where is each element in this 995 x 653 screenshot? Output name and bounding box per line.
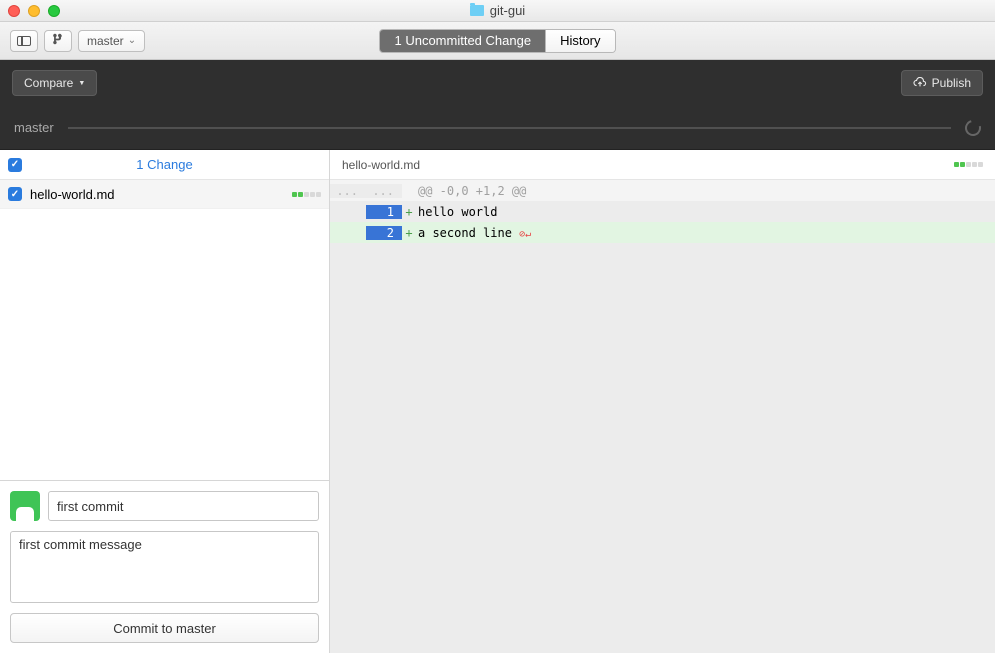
view-segment: 1 Uncommitted Change History [379, 29, 615, 53]
file-name: hello-world.md [30, 187, 115, 202]
commit-button[interactable]: Commit to master [10, 613, 319, 643]
diff-code: a second line ⊘↵ [416, 226, 995, 240]
create-branch-button[interactable] [44, 30, 72, 52]
compare-button[interactable]: Compare [12, 70, 97, 96]
toolbar: master 1 Uncommitted Change History [0, 22, 995, 60]
titlebar: git-gui [0, 0, 995, 22]
commit-form: Commit to master [0, 480, 329, 653]
window-close-button[interactable] [8, 5, 20, 17]
file-list: ✓ hello-world.md [0, 180, 329, 480]
diff-code: hello world [416, 205, 995, 219]
sync-icon[interactable] [962, 117, 984, 139]
old-line-num: ... [330, 184, 366, 198]
branch-track-label: master [14, 120, 54, 135]
sidebar-icon [17, 36, 31, 46]
diff-view: hello-world.md ... ... @@ -0,0 +1,2 @@ 1… [330, 150, 995, 653]
file-checkbox[interactable]: ✓ [8, 187, 22, 201]
diff-stat-icon [292, 192, 321, 197]
author-avatar[interactable] [10, 491, 40, 521]
window-title: git-gui [490, 3, 525, 18]
branch-select[interactable]: master [78, 30, 145, 52]
diff-header: hello-world.md [330, 150, 995, 180]
new-line-num: ... [366, 184, 402, 198]
file-row[interactable]: ✓ hello-world.md [0, 180, 329, 209]
window-zoom-button[interactable] [48, 5, 60, 17]
publish-label: Publish [932, 76, 971, 90]
comparison-panel: Compare Publish master [0, 60, 995, 150]
diff-filename: hello-world.md [342, 158, 420, 172]
compare-label: Compare [24, 76, 73, 90]
no-newline-icon: ⊘↵ [519, 229, 531, 240]
changes-count-label: 1 Change [136, 157, 192, 172]
window-minimize-button[interactable] [28, 5, 40, 17]
new-line-num: 1 [366, 205, 402, 219]
tab-changes[interactable]: 1 Uncommitted Change [380, 30, 545, 52]
changes-sidebar: ✓ 1 Change ✓ hello-world.md Commit to ma… [0, 150, 330, 653]
select-all-checkbox[interactable]: ✓ [8, 158, 22, 172]
diff-hunk-header: ... ... @@ -0,0 +1,2 @@ [330, 180, 995, 201]
changes-header: ✓ 1 Change [0, 150, 329, 180]
new-line-num: 2 [366, 226, 402, 240]
commit-description-input[interactable] [10, 531, 319, 603]
branch-icon [52, 32, 64, 49]
publish-button[interactable]: Publish [901, 70, 983, 96]
commit-summary-input[interactable] [48, 491, 319, 521]
commit-timeline [68, 127, 951, 129]
folder-icon [470, 5, 484, 16]
diff-line-added[interactable]: 2 + a second line ⊘↵ [330, 222, 995, 243]
tab-history[interactable]: History [545, 30, 614, 52]
toggle-sidebar-button[interactable] [10, 30, 38, 52]
diff-line-added[interactable]: 1 + hello world [330, 201, 995, 222]
hunk-text: @@ -0,0 +1,2 @@ [416, 184, 995, 198]
diff-stat-icon [954, 162, 983, 167]
cloud-upload-icon [913, 77, 927, 89]
branch-select-label: master [87, 34, 124, 48]
